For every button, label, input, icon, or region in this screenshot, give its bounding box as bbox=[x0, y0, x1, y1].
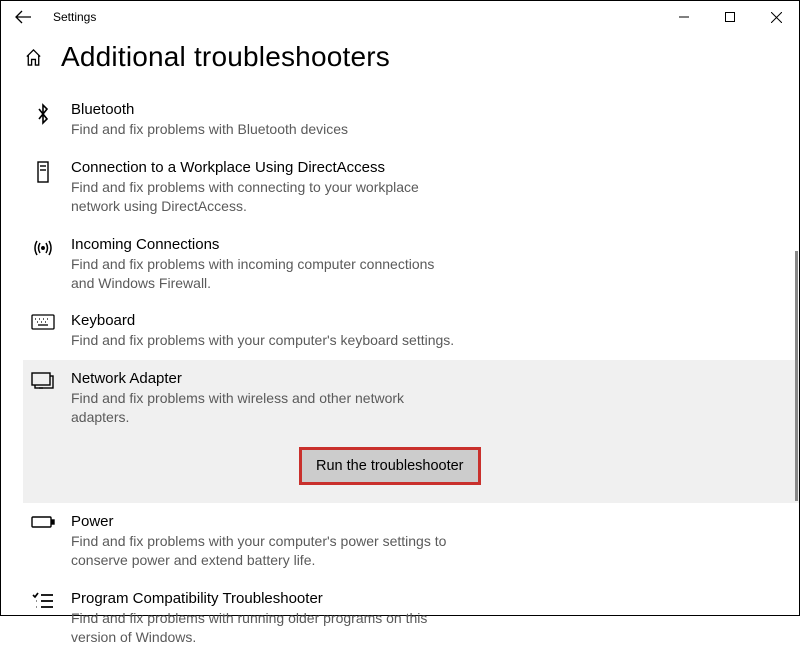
signal-icon bbox=[29, 236, 57, 293]
content-area: Additional troubleshooters Bluetooth Fin… bbox=[1, 33, 799, 657]
battery-icon bbox=[29, 513, 57, 570]
item-desc: Find and fix problems with your computer… bbox=[71, 331, 454, 350]
item-desc: Find and fix problems with connecting to… bbox=[71, 178, 457, 216]
troubleshooter-list: Bluetooth Find and fix problems with Blu… bbox=[23, 91, 799, 657]
item-title: Incoming Connections bbox=[71, 236, 457, 253]
item-title: Keyboard bbox=[71, 312, 454, 329]
item-incoming-connections[interactable]: Incoming Connections Find and fix proble… bbox=[23, 226, 799, 303]
bluetooth-icon bbox=[29, 101, 57, 139]
home-icon[interactable] bbox=[23, 48, 43, 67]
page-header: Additional troubleshooters bbox=[23, 41, 799, 73]
item-desc: Find and fix problems with your computer… bbox=[71, 532, 457, 570]
item-keyboard[interactable]: Keyboard Find and fix problems with your… bbox=[23, 302, 799, 360]
item-bluetooth[interactable]: Bluetooth Find and fix problems with Blu… bbox=[23, 91, 799, 149]
window-title: Settings bbox=[53, 10, 96, 24]
page-title: Additional troubleshooters bbox=[61, 41, 390, 73]
titlebar: Settings bbox=[1, 1, 799, 33]
item-network-adapter[interactable]: Network Adapter Find and fix problems wi… bbox=[23, 360, 799, 437]
close-button[interactable] bbox=[753, 1, 799, 33]
tower-icon bbox=[29, 159, 57, 216]
back-icon[interactable] bbox=[15, 10, 39, 24]
item-power[interactable]: Power Find and fix problems with your co… bbox=[23, 503, 799, 580]
item-directaccess[interactable]: Connection to a Workplace Using DirectAc… bbox=[23, 149, 799, 226]
window-controls bbox=[661, 1, 799, 33]
item-desc: Find and fix problems with wireless and … bbox=[71, 389, 457, 427]
item-program-compatibility[interactable]: Program Compatibility Troubleshooter Fin… bbox=[23, 580, 799, 657]
maximize-button[interactable] bbox=[707, 1, 753, 33]
item-desc: Find and fix problems with running older… bbox=[71, 609, 457, 647]
monitor-icon bbox=[29, 370, 57, 427]
item-desc: Find and fix problems with incoming comp… bbox=[71, 255, 457, 293]
item-title: Power bbox=[71, 513, 457, 530]
keyboard-icon bbox=[29, 312, 57, 350]
item-title: Network Adapter bbox=[71, 370, 457, 387]
item-desc: Find and fix problems with Bluetooth dev… bbox=[71, 120, 348, 139]
scrollbar[interactable] bbox=[795, 251, 798, 501]
item-title: Bluetooth bbox=[71, 101, 348, 118]
run-troubleshooter-button[interactable]: Run the troubleshooter bbox=[299, 447, 481, 485]
minimize-button[interactable] bbox=[661, 1, 707, 33]
run-button-row: Run the troubleshooter bbox=[23, 437, 799, 503]
item-title: Connection to a Workplace Using DirectAc… bbox=[71, 159, 457, 176]
item-title: Program Compatibility Troubleshooter bbox=[71, 590, 457, 607]
list-check-icon bbox=[29, 590, 57, 647]
